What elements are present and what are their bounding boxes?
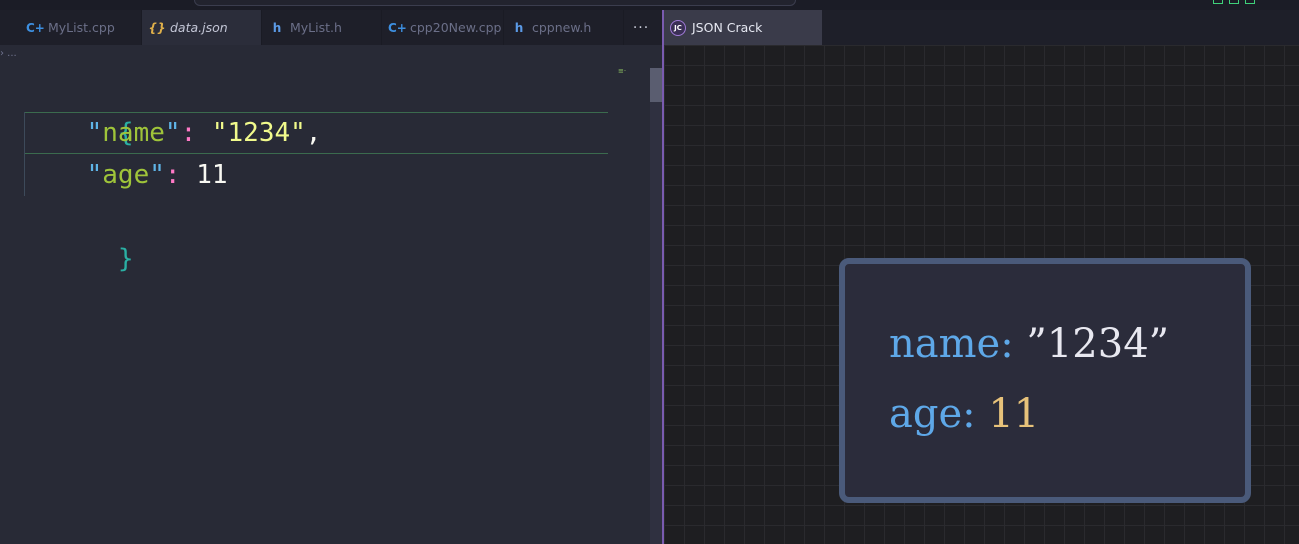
node-key: age: [889, 391, 976, 437]
breadcrumb[interactable]: › ... [0, 48, 40, 60]
colon: : [164, 160, 181, 190]
tab-label: cppnew.h [532, 20, 592, 35]
tab-label: JSON Crack [692, 20, 763, 35]
cpp-file-icon: C+ [26, 20, 45, 35]
header-file-icon: h [272, 20, 282, 35]
layout-icon[interactable] [1245, 0, 1255, 4]
header-file-icon: h [514, 20, 524, 35]
tab-label: MyList.h [290, 20, 342, 35]
quote: " [86, 118, 103, 148]
graph-node[interactable]: name: ”1234” age: 11 [839, 258, 1251, 503]
tab-data-json[interactable]: {} data.json [142, 10, 262, 45]
json-file-icon: {} [148, 20, 166, 35]
close-brace: } [117, 244, 134, 274]
vertical-scrollbar[interactable] [650, 68, 662, 544]
tab-label: MyList.cpp [48, 20, 115, 35]
editor-group-left: C+ MyList.cpp {} data.json h MyList.h C+… [0, 10, 662, 544]
cpp-file-icon: C+ [388, 20, 407, 35]
tab-json-crack[interactable]: JC JSON Crack [664, 10, 822, 45]
scrollbar-thumb[interactable] [650, 68, 662, 102]
json-key-age: age [102, 160, 150, 190]
json-crack-logo-icon: JC [670, 19, 686, 36]
code-editor[interactable]: { "name": "1234", "age": 11 } [0, 67, 650, 544]
node-row-age: age: 11 [889, 386, 1039, 442]
command-center[interactable] [194, 0, 796, 6]
layout-icon[interactable] [1229, 0, 1239, 4]
node-key: name: [889, 321, 1014, 367]
comma: , [305, 118, 322, 148]
node-value: ”1234” [1026, 321, 1170, 367]
quote: " [164, 118, 181, 148]
tab-cppnew-h[interactable]: h cppnew.h [504, 10, 624, 45]
editor-group-right: JC JSON Crack name: ”1234” age: 11 [662, 10, 1299, 544]
tab-label: data.json [170, 20, 228, 35]
minimap[interactable]: ≡· [618, 67, 634, 75]
graph-canvas[interactable]: name: ”1234” age: 11 [664, 45, 1299, 544]
colon: : [180, 118, 197, 148]
tab-mylist-cpp[interactable]: C+ MyList.cpp [20, 10, 142, 45]
layout-controls[interactable] [1213, 0, 1255, 4]
layout-icon[interactable] [1213, 0, 1223, 4]
more-actions-button[interactable]: ··· [624, 10, 658, 45]
tab-mylist-h[interactable]: h MyList.h [262, 10, 382, 45]
quote: " [86, 160, 103, 190]
code-line-3: "age": 11 [24, 154, 228, 196]
tab-bar: C+ MyList.cpp {} data.json h MyList.h C+… [0, 10, 662, 45]
editor-group-divider[interactable] [662, 10, 664, 544]
tab-bar-right: JC JSON Crack [662, 10, 1299, 45]
code-line-4: } [24, 196, 134, 274]
quote: " [149, 160, 165, 190]
json-value-name: "1234" [211, 118, 306, 148]
node-row-name: name: ”1234” [889, 316, 1169, 372]
code-line-1: { [24, 70, 134, 148]
node-value: 11 [988, 391, 1040, 437]
json-value-age: 11 [196, 160, 228, 190]
code-line-2: "name": "1234", [24, 112, 322, 154]
title-bar [0, 0, 1299, 10]
json-key-name: name [102, 118, 165, 148]
tab-label: cpp20New.cpp [410, 20, 502, 35]
tab-cpp20new-cpp[interactable]: C+ cpp20New.cpp [382, 10, 504, 45]
